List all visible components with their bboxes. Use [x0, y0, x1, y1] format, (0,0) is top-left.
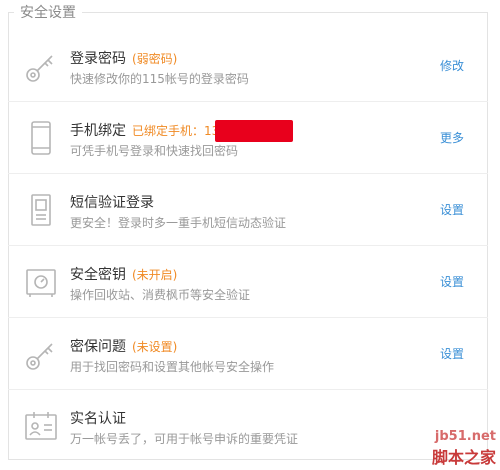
watermark-url: jb51.net: [434, 429, 496, 444]
list-item-phone-binding: 手机绑定 已绑定手机：13 可凭手机号登录和快速找回密码 更多: [8, 102, 488, 174]
watermark-name: 脚本之家: [431, 448, 496, 467]
status-badge: (未设置): [132, 340, 178, 354]
key-icon: [24, 48, 58, 84]
item-description: 更安全！登录时多一重手机短信动态验证: [70, 216, 287, 230]
id-card-icon: [24, 408, 58, 444]
list-item-security-key: 安全密钥 (未开启) 操作回收站、消费枫币等安全验证 设置: [8, 246, 488, 318]
item-description: 万一帐号丢了，可用于帐号申诉的重要凭证: [70, 432, 299, 446]
safe-icon: [24, 264, 58, 300]
item-title: 短信验证登录: [70, 195, 154, 211]
item-title: 登录密码: [70, 51, 126, 67]
item-description: 用于找回密码和设置其他帐号安全操作: [70, 360, 275, 374]
sms-device-icon: [24, 192, 58, 228]
phone-icon: [24, 120, 58, 156]
status-badge: 已绑定手机：13: [132, 124, 220, 138]
item-title: 实名认证: [70, 411, 126, 427]
watermark: jb51.net 脚本之家: [432, 429, 496, 468]
security-items-list: 登录密码 (弱密码) 快速修改你的115帐号的登录密码 修改 手机绑定 已绑定手机：…: [8, 30, 488, 462]
status-badge: (未开启): [132, 268, 178, 282]
setup-security-key-link[interactable]: 设置: [440, 273, 464, 290]
item-description: 可凭手机号登录和快速找回密码: [70, 144, 239, 158]
redacted-phone-number: [215, 120, 294, 142]
setup-security-question-link[interactable]: 设置: [440, 345, 464, 362]
item-title: 手机绑定: [70, 123, 126, 139]
modify-password-link[interactable]: 修改: [440, 57, 464, 74]
list-item-sms-login: 短信验证登录 更安全！登录时多一重手机短信动态验证 设置: [8, 174, 488, 246]
item-description: 快速修改你的115帐号的登录密码: [70, 72, 249, 86]
setup-sms-link[interactable]: 设置: [440, 201, 464, 218]
section-title: 安全设置: [14, 4, 82, 22]
list-item-security-question: 密保问题 (未设置) 用于找回密码和设置其他帐号安全操作 设置: [8, 318, 488, 390]
list-item-login-password: 登录密码 (弱密码) 快速修改你的115帐号的登录密码 修改: [8, 30, 488, 102]
key-icon: [24, 336, 58, 372]
item-title: 密保问题: [70, 339, 126, 355]
more-phone-link[interactable]: 更多: [440, 129, 464, 146]
item-title: 安全密钥: [70, 267, 126, 283]
status-badge: (弱密码): [132, 52, 178, 66]
list-item-real-name: 实名认证 万一帐号丢了，可用于帐号申诉的重要凭证: [8, 390, 488, 462]
item-description: 操作回收站、消费枫币等安全验证: [70, 288, 251, 302]
